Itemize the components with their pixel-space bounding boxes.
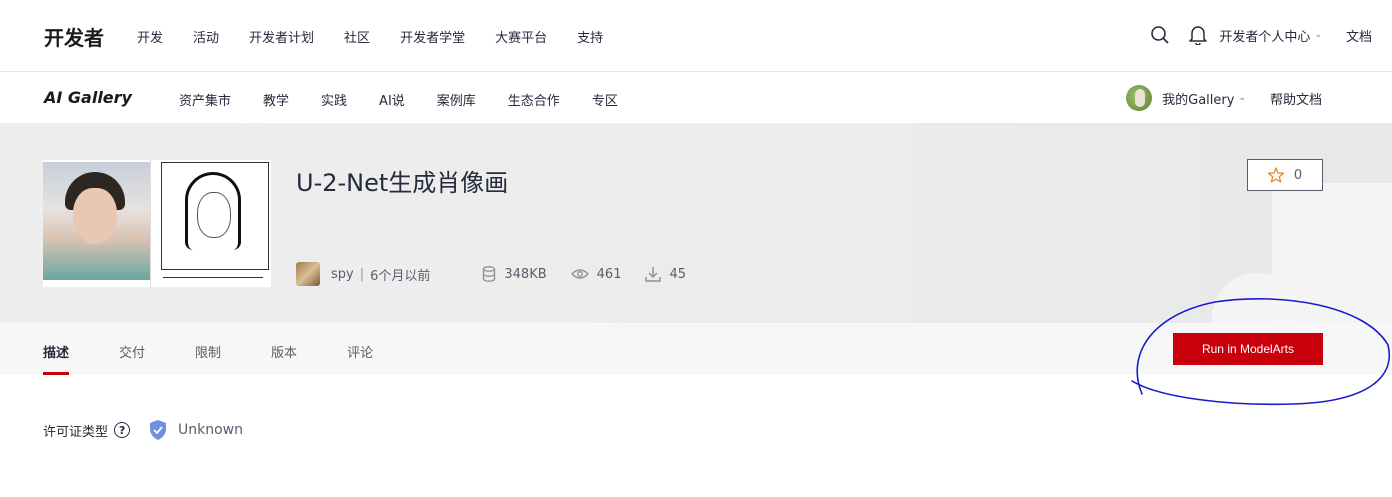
asset-header: U-2-Net生成肖像画 spy | 6个月以前 348KB 461 45 0 (0, 123, 1392, 323)
ai-gallery-logo[interactable]: AI Gallery (44, 88, 132, 107)
portrait-photo (43, 162, 150, 280)
views-stat: 461 (570, 266, 622, 282)
database-icon (483, 266, 496, 282)
size-value: 348KB (504, 266, 547, 282)
tab-restrictions[interactable]: 限制 (195, 323, 221, 375)
top-menu-item-events[interactable]: 活动 (193, 27, 219, 46)
gallery-menu-item-case-library[interactable]: 案例库 (437, 90, 476, 109)
ai-gallery-logo-text: AI Gallery (44, 88, 132, 107)
bell-icon[interactable] (1187, 24, 1209, 46)
tab-delivery[interactable]: 交付 (119, 323, 145, 375)
developer-center-menu[interactable]: 开发者个人中心 (1219, 26, 1310, 45)
tab-comments[interactable]: 评论 (347, 323, 373, 375)
top-navbar: 开发者 开发 活动 开发者计划 社区 开发者学堂 大赛平台 支持 开发者个人中心… (0, 0, 1392, 72)
eye-icon (570, 269, 589, 279)
top-menu-item-developer-program[interactable]: 开发者计划 (249, 27, 314, 46)
chevron-down-icon: ⌄ (1314, 30, 1322, 40)
tab-versions[interactable]: 版本 (271, 323, 297, 375)
developer-brand[interactable]: 开发者 (44, 22, 104, 51)
top-menu-item-develop[interactable]: 开发 (137, 27, 163, 46)
star-button[interactable]: 0 (1247, 159, 1323, 191)
help-docs-link[interactable]: 帮助文档 (1270, 89, 1322, 108)
gallery-menu-item-ai-talk[interactable]: AI说 (379, 90, 405, 109)
gallery-right-actions: 我的Gallery ⌄ 帮助文档 (1126, 85, 1322, 111)
license-label: 许可证类型 (43, 424, 109, 440)
views-value: 461 (596, 266, 622, 282)
gallery-navbar: AI Gallery 资产集市 教学 实践 AI说 案例库 生态合作 专区 我的… (0, 73, 1392, 123)
shield-icon (150, 420, 167, 440)
my-gallery-menu[interactable]: 我的Gallery (1162, 89, 1234, 108)
top-menu-item-competitions[interactable]: 大赛平台 (495, 27, 547, 46)
top-menu: 开发 活动 开发者计划 社区 开发者学堂 大赛平台 支持 (137, 27, 633, 46)
top-menu-item-support[interactable]: 支持 (577, 27, 603, 46)
avatar[interactable] (1126, 85, 1153, 111)
top-menu-item-community[interactable]: 社区 (344, 27, 370, 46)
run-in-modelarts-button[interactable]: Run in ModelArts (1173, 333, 1323, 365)
top-right-actions: 开发者个人中心 ⌄ 文档 (1149, 24, 1372, 46)
asset-meta: spy | 6个月以前 348KB 461 45 (296, 262, 686, 286)
search-icon[interactable] (1149, 24, 1171, 46)
license-value: Unknown (178, 422, 244, 438)
gallery-menu-item-teaching[interactable]: 教学 (263, 90, 289, 109)
gallery-menu-item-practice[interactable]: 实践 (321, 90, 347, 109)
gallery-menu-item-zone[interactable]: 专区 (592, 90, 618, 109)
help-icon[interactable]: ? (114, 422, 131, 438)
downloads-stat: 45 (645, 266, 686, 282)
gallery-menu-item-asset-market[interactable]: 资产集市 (179, 90, 231, 109)
author-avatar[interactable] (296, 262, 320, 286)
download-icon (645, 267, 662, 282)
star-icon (1267, 167, 1284, 183)
tab-list: 描述 交付 限制 版本 评论 (43, 323, 423, 375)
meta-separator: | (359, 266, 365, 282)
chevron-down-icon: ⌄ (1238, 93, 1246, 103)
docs-link[interactable]: 文档 (1346, 26, 1372, 45)
size-stat: 348KB (482, 266, 547, 282)
top-menu-item-academy[interactable]: 开发者学堂 (400, 27, 465, 46)
portrait-sketch (150, 160, 271, 287)
downloads-value: 45 (669, 266, 687, 282)
page-title: U-2-Net生成肖像画 (296, 169, 509, 197)
tabs-bar: 描述 交付 限制 版本 评论 Run in ModelArts (0, 323, 1392, 375)
tab-description[interactable]: 描述 (43, 323, 70, 375)
publish-time: 6个月以前 (370, 268, 431, 284)
star-count: 0 (1293, 167, 1303, 183)
gallery-menu: 资产集市 教学 实践 AI说 案例库 生态合作 专区 (179, 90, 650, 109)
license-row: 许可证类型 ? Unknown (43, 419, 243, 441)
asset-thumbnail (43, 160, 271, 287)
gallery-menu-item-ecosystem[interactable]: 生态合作 (508, 90, 560, 109)
author-name[interactable]: spy (331, 267, 354, 282)
